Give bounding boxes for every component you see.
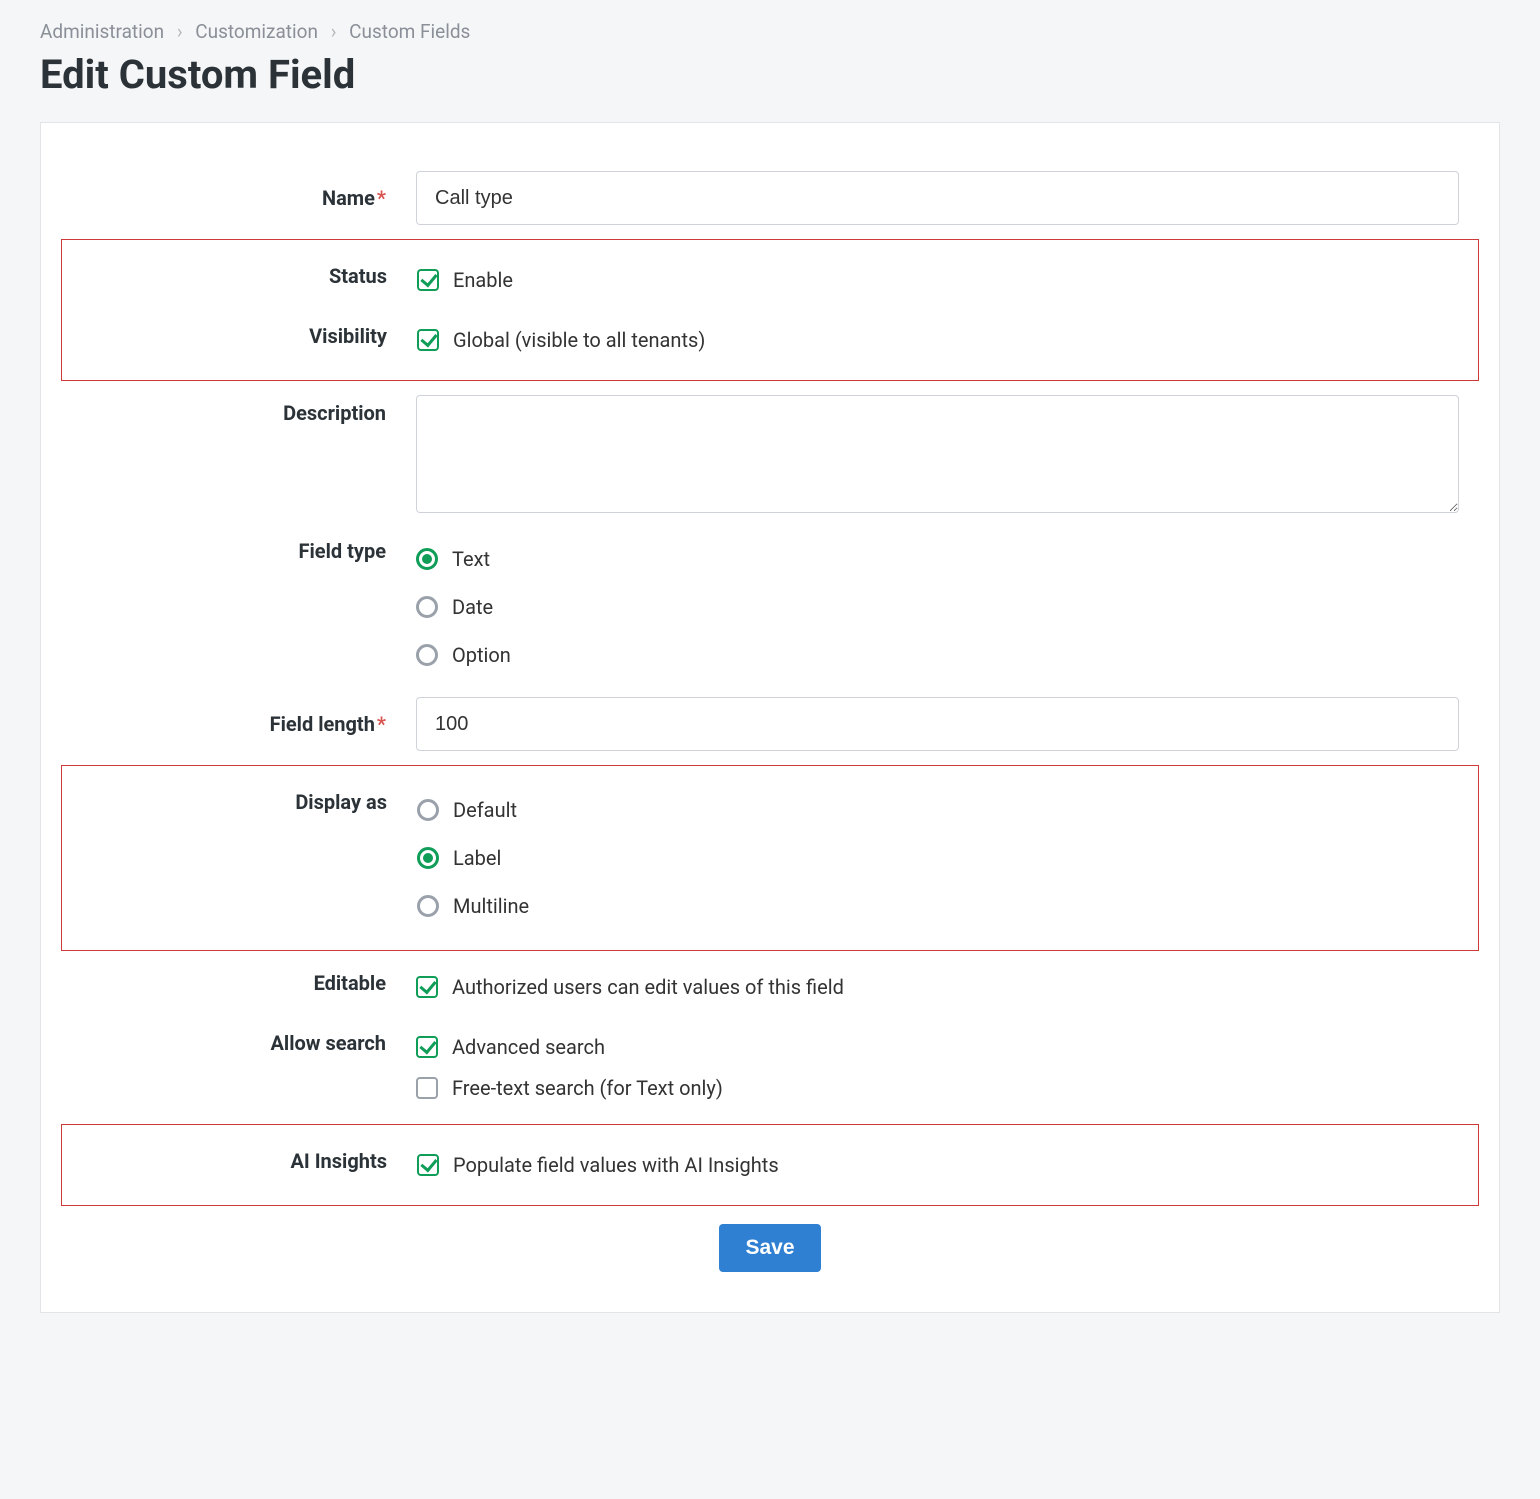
label-allow-search: Allow search	[61, 1025, 416, 1055]
label-field-length: Field length*	[61, 712, 416, 736]
radio-label-display-as-default[interactable]: Default	[453, 798, 517, 822]
breadcrumb: Administration › Customization › Custom …	[40, 20, 1500, 43]
radio-label-field-type-date[interactable]: Date	[452, 595, 493, 619]
checkbox-allow-search-freetext[interactable]	[416, 1077, 438, 1099]
checkbox-label-allow-search-advanced[interactable]: Advanced search	[452, 1035, 605, 1059]
breadcrumb-item-administration[interactable]: Administration	[40, 20, 164, 43]
checkbox-label-editable-authorized[interactable]: Authorized users can edit values of this…	[452, 975, 844, 999]
breadcrumb-item-customization[interactable]: Customization	[195, 20, 318, 43]
label-ai-insights: AI Insights	[62, 1143, 417, 1173]
chevron-right-icon: ›	[331, 20, 337, 43]
name-input[interactable]	[416, 171, 1459, 225]
field-length-input[interactable]	[416, 697, 1459, 751]
radio-display-as-label[interactable]	[417, 847, 439, 869]
label-field-type: Field type	[61, 533, 416, 563]
form-card: Name* Status Enable Visibility	[40, 122, 1500, 1313]
radio-field-type-option[interactable]	[416, 644, 438, 666]
label-name: Name*	[61, 186, 416, 210]
radio-display-as-multiline[interactable]	[417, 895, 439, 917]
breadcrumb-item-custom-fields[interactable]: Custom Fields	[349, 20, 470, 43]
checkbox-allow-search-advanced[interactable]	[416, 1036, 438, 1058]
label-visibility: Visibility	[62, 318, 417, 348]
page-title: Edit Custom Field	[40, 51, 1500, 98]
checkbox-label-status-enable[interactable]: Enable	[453, 268, 513, 292]
label-status: Status	[62, 258, 417, 288]
radio-field-type-date[interactable]	[416, 596, 438, 618]
checkbox-label-visibility-global[interactable]: Global (visible to all tenants)	[453, 328, 705, 352]
save-button[interactable]: Save	[719, 1224, 820, 1272]
radio-label-field-type-option[interactable]: Option	[452, 643, 511, 667]
radio-label-display-as-multiline[interactable]: Multiline	[453, 894, 529, 918]
checkbox-visibility-global[interactable]	[417, 329, 439, 351]
highlight-status-visibility: Status Enable Visibility Global (visible…	[61, 239, 1479, 381]
label-display-as: Display as	[62, 784, 417, 814]
chevron-right-icon: ›	[177, 20, 183, 43]
highlight-ai-insights: AI Insights Populate field values with A…	[61, 1124, 1479, 1206]
radio-label-field-type-text[interactable]: Text	[452, 547, 490, 571]
checkbox-editable-authorized[interactable]	[416, 976, 438, 998]
description-textarea[interactable]	[416, 395, 1459, 513]
highlight-display-as: Display as Default Label Multiline	[61, 765, 1479, 951]
label-editable: Editable	[61, 965, 416, 995]
radio-label-display-as-label[interactable]: Label	[453, 846, 501, 870]
checkbox-label-ai-insights-populate[interactable]: Populate field values with AI Insights	[453, 1153, 779, 1177]
radio-display-as-default[interactable]	[417, 799, 439, 821]
checkbox-ai-insights-populate[interactable]	[417, 1154, 439, 1176]
checkbox-label-allow-search-freetext[interactable]: Free-text search (for Text only)	[452, 1076, 723, 1100]
checkbox-status-enable[interactable]	[417, 269, 439, 291]
label-description: Description	[61, 395, 416, 425]
radio-field-type-text[interactable]	[416, 548, 438, 570]
